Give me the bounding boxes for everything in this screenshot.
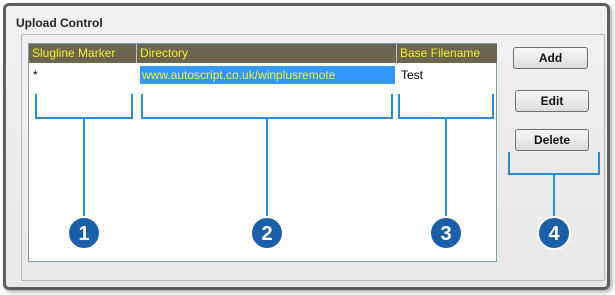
cell-slugline-marker[interactable]: * bbox=[33, 66, 133, 84]
upload-list-view[interactable]: Slugline Marker Directory Base Filename … bbox=[28, 43, 497, 262]
edit-button[interactable]: Edit bbox=[515, 90, 589, 112]
add-button[interactable]: Add bbox=[513, 47, 588, 69]
column-header-base-filename[interactable]: Base Filename bbox=[397, 44, 497, 63]
cell-directory[interactable]: www.autoscript.co.uk/winplusremote bbox=[140, 66, 395, 84]
column-header-slugline-marker[interactable]: Slugline Marker bbox=[29, 44, 137, 63]
column-header-directory[interactable]: Directory bbox=[137, 44, 397, 63]
cell-base-filename[interactable]: Test bbox=[401, 66, 496, 84]
delete-button[interactable]: Delete bbox=[515, 129, 589, 151]
group-title: Upload Control bbox=[16, 16, 103, 30]
